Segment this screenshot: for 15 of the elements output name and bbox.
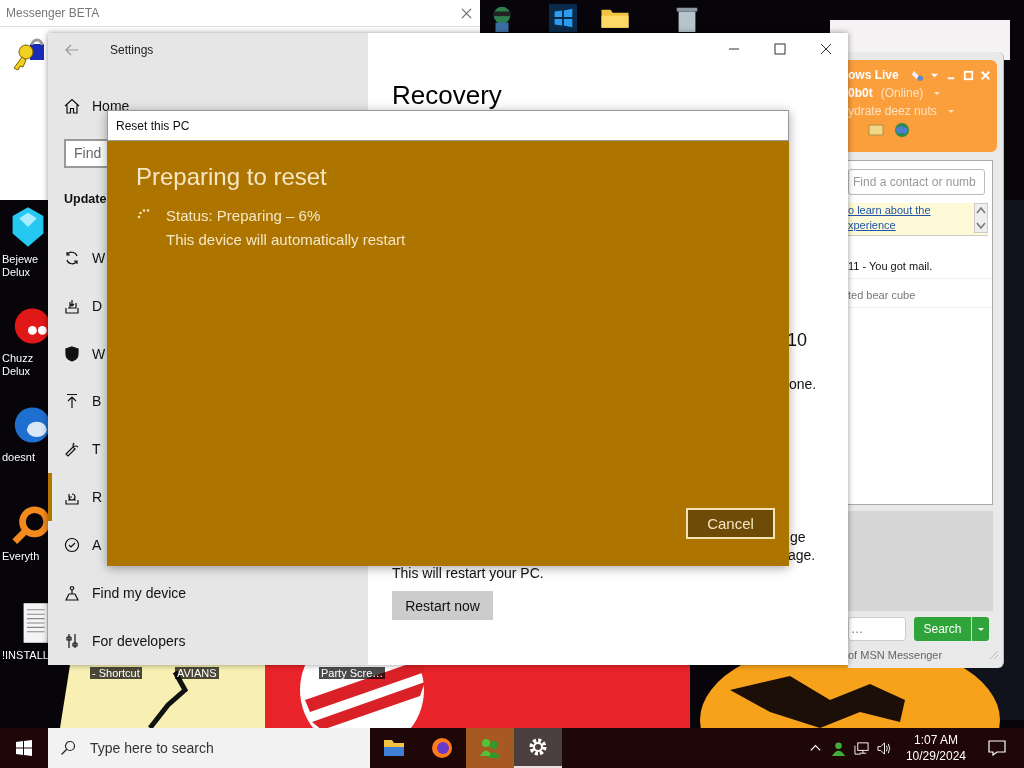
status-text: of MSN Messenger (848, 649, 943, 661)
section-heading: Update (64, 190, 107, 208)
body-text: ge (790, 529, 806, 545)
app-brand: ows Live (848, 68, 899, 82)
page-title: Recovery (392, 82, 502, 108)
dialog-heading: Preparing to reset (136, 163, 328, 191)
body-text: This will restart your PC. (392, 565, 544, 581)
dialog-title: Reset this PC (116, 118, 190, 133)
window-title: Messenger BETA (6, 6, 101, 20)
window-title: Settings (110, 42, 154, 57)
body-text: one. (789, 376, 817, 392)
restart-note: This device will automatically restart (166, 231, 406, 248)
body-text: 10 (787, 330, 808, 351)
status-text: Status: Preparing – 6% (166, 207, 322, 224)
body-text: age. (788, 547, 816, 563)
